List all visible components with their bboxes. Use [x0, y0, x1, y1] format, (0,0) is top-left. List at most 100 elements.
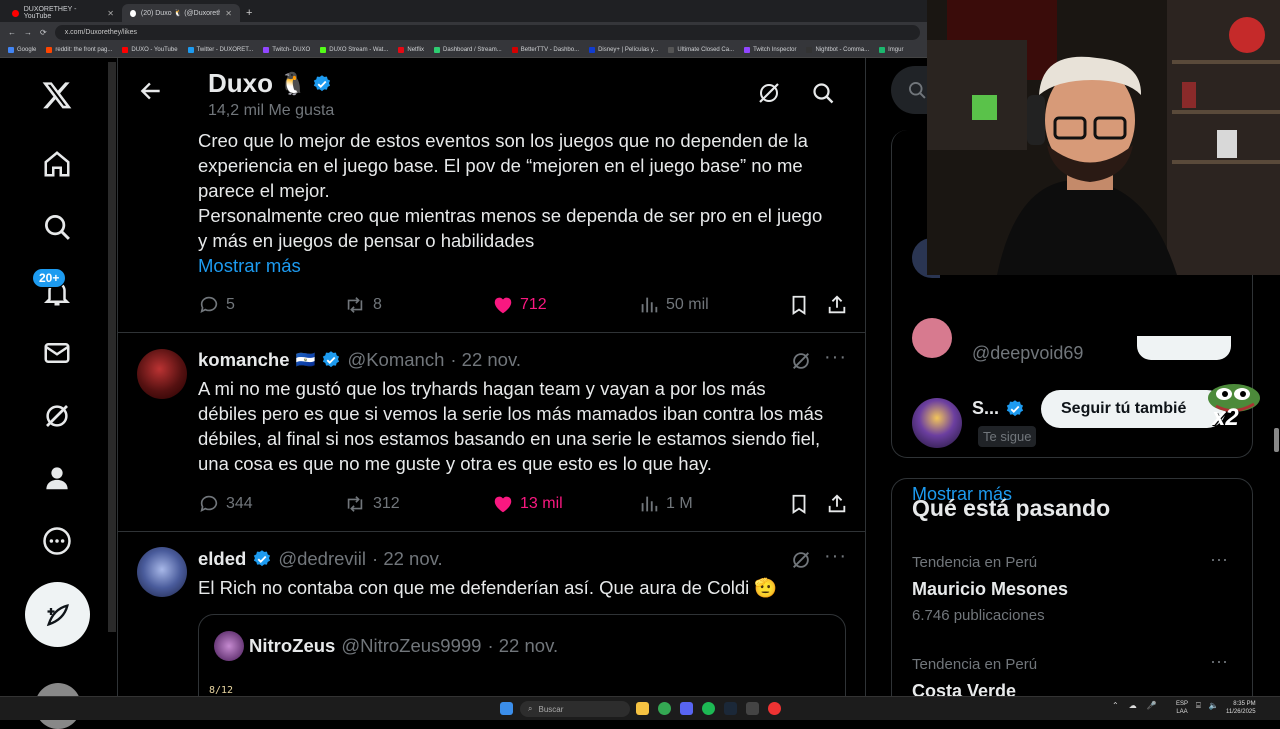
repost-button[interactable]: 312 [343, 493, 400, 515]
more-options-icon[interactable]: ··· [1210, 549, 1228, 570]
user-name[interactable]: komanche [198, 349, 290, 371]
bookmark-item[interactable]: Disney+ | Películas y... [589, 46, 658, 53]
user-handle[interactable]: @deepvoid69 [972, 343, 1083, 364]
post-button[interactable] [25, 582, 90, 647]
avatar[interactable] [912, 398, 962, 448]
likes-count: 14,2 mil Me gusta [208, 102, 335, 119]
share-button[interactable] [826, 294, 848, 316]
chevron-up-icon[interactable]: ⌃ [1112, 701, 1119, 710]
avatar[interactable] [137, 547, 187, 597]
trending-panel: Qué está pasando Tendencia en Perú Mauri… [891, 478, 1253, 718]
user-name[interactable]: S... [972, 398, 999, 419]
bookmark-button[interactable] [788, 493, 810, 515]
forward-nav-icon[interactable]: → [24, 28, 32, 37]
close-tab-icon[interactable]: ✕ [107, 9, 114, 18]
x-logo-icon[interactable] [40, 78, 74, 112]
file-explorer-icon[interactable] [636, 702, 649, 715]
share-button[interactable] [826, 493, 848, 515]
tweet-line: una cosa es que no me guste y otra es qu… [198, 453, 712, 474]
search-icon[interactable] [40, 210, 74, 244]
bookmark-item[interactable]: Twitter - DUXORET... [187, 46, 253, 53]
obs-icon[interactable] [768, 702, 781, 715]
bookmark-item[interactable]: Imgur [879, 46, 903, 53]
close-tab-icon[interactable]: ✕ [225, 9, 232, 18]
bookmark-item[interactable]: BetterTTV - Dashbo... [511, 46, 579, 53]
bookmark-icon [792, 295, 806, 315]
status-icons[interactable]: ⌸ 🔈 [1196, 701, 1219, 711]
spotify-icon[interactable] [702, 702, 715, 715]
follow-back-button[interactable]: Seguir tú tambié [1041, 390, 1226, 428]
trend-count: 6.746 publicaciones [912, 607, 1045, 624]
youtube-favicon-icon [12, 9, 19, 17]
system-tray-icons[interactable]: ⌃ ☁ 🎤 [1112, 701, 1157, 710]
reply-button[interactable]: 344 [198, 493, 253, 515]
bookmark-item[interactable]: Nightbot - Comma... [806, 46, 869, 53]
bookmark-item[interactable]: Twitch- DUXO [263, 46, 310, 53]
more-options-icon[interactable]: ··· [824, 545, 847, 568]
search-icon[interactable] [811, 81, 835, 110]
like-button[interactable]: 712 [492, 294, 547, 316]
notification-center-icon[interactable] [1266, 702, 1274, 714]
repost-button[interactable]: 8 [343, 294, 382, 316]
clock[interactable]: 8:35 PM 11/26/2025 [1226, 700, 1256, 716]
quoted-tweet[interactable]: NitroZeus @NitroZeus9999 · 22 nov. 8/12 [198, 614, 846, 696]
more-icon[interactable] [40, 524, 74, 558]
taskbar-search[interactable]: ⌕ Buscar [520, 701, 630, 717]
steam-icon[interactable] [724, 702, 737, 715]
like-button[interactable]: 13 mil [492, 493, 563, 515]
chrome-icon[interactable] [658, 702, 671, 715]
bookmark-favicon-icon [668, 46, 675, 53]
show-more-link[interactable]: Mostrar más [198, 253, 858, 278]
grok-icon[interactable] [757, 81, 781, 110]
bookmark-item[interactable]: Twitch Inspector [744, 46, 796, 53]
user-handle[interactable]: @Komanch [347, 349, 444, 371]
grok-icon[interactable] [40, 399, 74, 433]
discord-icon[interactable] [680, 702, 693, 715]
back-arrow-icon[interactable] [138, 78, 164, 109]
tweet-line: A mi no me gustó que los tryhards hagan … [198, 378, 766, 399]
tweet-date[interactable]: · 22 nov. [372, 548, 443, 570]
clock-date: 11/26/2025 [1226, 709, 1256, 715]
bookmark-item[interactable]: Netflix [398, 46, 424, 53]
avatar[interactable] [912, 318, 952, 358]
app-icon[interactable] [746, 702, 759, 715]
home-icon[interactable] [40, 147, 74, 181]
more-options-icon[interactable]: ··· [1210, 651, 1228, 672]
views-button[interactable]: 1 M [638, 493, 693, 515]
user-handle[interactable]: @dedreviil [278, 548, 366, 570]
page-scrollbar[interactable] [108, 62, 116, 632]
tweet-date[interactable]: · 22 nov. [450, 349, 521, 371]
bookmark-item[interactable]: reddit: the front pag... [46, 46, 112, 53]
profile-icon[interactable] [40, 461, 74, 495]
views-button[interactable]: 50 mil [638, 294, 709, 316]
bookmark-item[interactable]: Dashboard / Stream... [434, 46, 502, 53]
language-indicator[interactable]: ESP LAA [1176, 700, 1188, 716]
bookmark-item[interactable]: Google [8, 46, 36, 53]
right-scrollbar[interactable] [1274, 428, 1279, 452]
user-name[interactable]: elded [198, 548, 246, 570]
reply-button[interactable]: 5 [198, 294, 235, 316]
windows-start-icon[interactable] [500, 702, 513, 715]
address-bar[interactable]: x.com/Duxorethey/likes [54, 24, 920, 40]
bookmark-button[interactable] [788, 294, 810, 316]
browser-tab-x[interactable]: (20) Duxo 🐧 (@Duxorethey) / ✕ [122, 4, 240, 22]
views-icon [641, 297, 658, 313]
browser-tab-youtube[interactable]: DUXORETHEY - YouTube ✕ [4, 4, 122, 22]
bookmark-item[interactable]: DUXO - YouTube [122, 46, 178, 53]
reload-icon[interactable]: ⟳ [40, 28, 47, 37]
messages-icon[interactable] [40, 336, 74, 370]
follow-button[interactable] [1137, 336, 1231, 360]
bookmark-item[interactable]: Ultimate Closed Ca... [668, 46, 734, 53]
grok-icon[interactable] [790, 350, 812, 377]
profile-name-text: Duxo [208, 68, 273, 98]
grok-icon[interactable] [790, 549, 812, 576]
profile-name: Duxo 🐧 [208, 68, 332, 99]
more-options-icon[interactable]: ··· [824, 346, 847, 369]
new-tab-icon[interactable]: + [240, 7, 258, 22]
verified-badge-icon [254, 550, 271, 567]
bookmark-favicon-icon [398, 46, 405, 53]
bookmark-item[interactable]: DUXO Stream - Wat... [320, 46, 388, 53]
back-nav-icon[interactable]: ← [8, 28, 16, 37]
avatar[interactable] [137, 349, 187, 399]
trend-item[interactable]: Tendencia en Perú Mauricio Mesones 6.746… [892, 549, 1252, 639]
